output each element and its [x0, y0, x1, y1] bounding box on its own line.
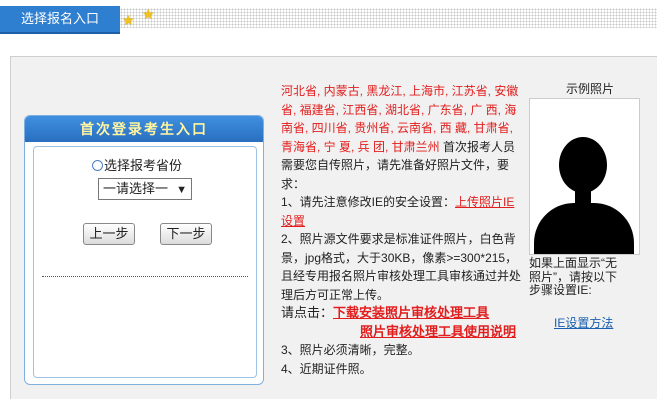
- item-1-text: 1、请先注意修改IE的安全设置：: [281, 195, 456, 209]
- sample-photo-area: 示例照片 如果上面显示“无照片”，请按以下步骤设置IE: IE设置方法: [529, 82, 651, 331]
- province-radio[interactable]: 选择报考省份: [92, 155, 182, 174]
- silhouette-head: [559, 137, 607, 193]
- ie-settings-link[interactable]: IE设置方法: [554, 314, 651, 331]
- item-2: 2、照片源文件要求是标准证件照片，白色背景，jpg格式，大于30KB，像素>=3…: [281, 232, 522, 302]
- star-icon: ★: [122, 12, 135, 28]
- chevron-down-icon: ▼: [176, 184, 187, 196]
- star-icon: ★: [142, 6, 155, 22]
- login-card-title: 首次登录考生入口: [25, 116, 263, 142]
- tool-manual-link[interactable]: 照片审核处理工具使用说明: [281, 323, 521, 342]
- click-label: 请点击：: [281, 305, 334, 320]
- province-radio-label: 选择报考省份: [104, 158, 183, 173]
- silhouette-body: [534, 203, 634, 254]
- sample-photo: [529, 98, 640, 255]
- photo-note: 如果上面显示“无照片”，请按以下步骤设置IE:: [529, 256, 617, 297]
- dotted-strip: [120, 8, 657, 28]
- province-select-value: 一请选择一: [103, 181, 169, 196]
- next-button[interactable]: 下一步: [160, 223, 212, 245]
- prev-button[interactable]: 上一步: [83, 223, 135, 245]
- sample-photo-title: 示例照片: [565, 82, 614, 96]
- entry-tab[interactable]: 选择报名入口: [0, 6, 120, 34]
- dotted-divider: [42, 276, 248, 277]
- item-1: 1、请先注意修改IE的安全设置：上传照片IE设置: [281, 193, 521, 230]
- login-form: 选择报考省份 一请选择一 ▼ 上一步 下一步: [33, 146, 257, 378]
- download-line: 请点击：下载安装照片审核处理工具照片审核处理工具使用说明: [281, 304, 521, 341]
- instructions: 河北省, 内蒙古, 黑龙江, 上海市, 江苏省, 安徽省, 福建省, 江西省, …: [281, 82, 521, 378]
- top-bar: 选择报名入口 ★ ★: [0, 0, 657, 36]
- item-3: 3、照片必须清晰，完整。: [281, 343, 420, 357]
- province-select[interactable]: 一请选择一 ▼: [98, 178, 192, 200]
- instructions-paragraph: 河北省, 内蒙古, 黑龙江, 上海市, 江苏省, 安徽省, 福建省, 江西省, …: [281, 82, 521, 193]
- download-tool-link[interactable]: 下载安装照片审核处理工具: [333, 305, 489, 320]
- radio-icon[interactable]: [92, 160, 103, 171]
- first-login-card: 首次登录考生入口 选择报考省份 一请选择一 ▼ 上一步 下一步: [24, 115, 264, 385]
- item-4: 4、近期证件照。: [281, 361, 372, 376]
